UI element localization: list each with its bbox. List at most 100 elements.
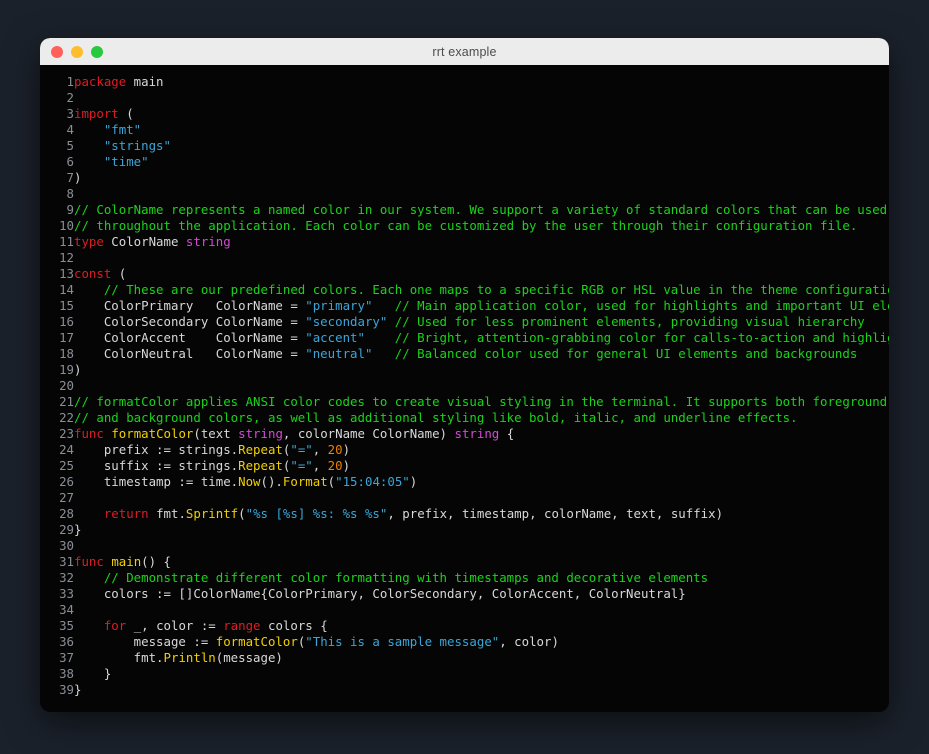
token-pl: _, color :=: [126, 618, 224, 633]
code-editor[interactable]: 1 package main 2 3 import (4 "fmt" 5 "string…: [40, 65, 889, 712]
code-line: 26 timestamp := time.Now().Format("15:04…: [40, 474, 889, 490]
line-number: 28: [59, 506, 74, 521]
line-source[interactable]: [74, 490, 889, 506]
line-source[interactable]: import (: [74, 106, 889, 122]
token-kw: type: [74, 234, 104, 249]
window-titlebar[interactable]: rrt example: [40, 38, 889, 65]
line-number: 2: [66, 90, 74, 105]
token-pl: }: [74, 522, 82, 537]
code-line: 37 fmt.Println(message): [40, 650, 889, 666]
token-cm: // Used for less prominent elements, pro…: [394, 314, 865, 329]
line-source[interactable]: return fmt.Sprintf("%s [%s] %s: %s %s", …: [74, 506, 889, 522]
minimize-button[interactable]: [71, 45, 83, 58]
line-source[interactable]: fmt.Println(message): [74, 650, 889, 666]
token-pl: (: [118, 106, 134, 121]
token-pl: ): [342, 458, 351, 473]
line-source[interactable]: const (: [74, 266, 889, 282]
line-source[interactable]: message := formatColor("This is a sample…: [74, 634, 889, 650]
line-source[interactable]: // ColorName represents a named color in…: [74, 202, 889, 218]
token-pl: ().: [260, 474, 283, 489]
token-fn: Repeat: [238, 442, 283, 457]
line-number: 10: [59, 218, 74, 233]
line-number: 5: [66, 138, 74, 153]
line-number: 18: [59, 346, 74, 361]
token-pl: , color): [499, 634, 559, 649]
line-number: 35: [59, 618, 74, 633]
line-number: 27: [59, 490, 74, 505]
token-str: "=": [290, 442, 313, 457]
line-source[interactable]: ColorPrimary ColorName = "primary" // Ma…: [74, 298, 889, 314]
token-kw: func: [74, 426, 104, 441]
token-pl: ColorSecondary ColorName =: [74, 314, 306, 329]
token-cm: // and background colors, as well as add…: [74, 410, 798, 425]
line-source[interactable]: ColorSecondary ColorName = "secondary" /…: [74, 314, 889, 330]
line-source[interactable]: "fmt": [74, 122, 889, 138]
token-pl: suffix := strings.: [74, 458, 239, 473]
line-source[interactable]: [74, 378, 889, 394]
token-cm: // Main application color, used for high…: [394, 298, 889, 313]
line-source[interactable]: [74, 250, 889, 266]
line-source[interactable]: [74, 90, 889, 106]
close-button[interactable]: [51, 45, 63, 58]
token-cm: // These are our predefined colors. Each…: [103, 282, 889, 297]
token-pl: ColorName: [103, 234, 186, 249]
line-number: 34: [59, 602, 74, 617]
line-source[interactable]: [74, 186, 889, 202]
line-source[interactable]: prefix := strings.Repeat("=", 20): [74, 442, 889, 458]
line-source[interactable]: }: [74, 666, 889, 682]
token-pl: prefix := strings.: [74, 442, 239, 457]
line-source[interactable]: ): [74, 362, 889, 378]
code-line: 39}: [40, 682, 889, 698]
line-source[interactable]: ColorNeutral ColorName = "neutral" // Ba…: [74, 346, 889, 362]
line-number: 29: [59, 522, 74, 537]
line-source[interactable]: ColorAccent ColorName = "accent" // Brig…: [74, 330, 889, 346]
token-cm: // ColorName represents a named color in…: [74, 202, 888, 217]
line-source[interactable]: ): [74, 170, 889, 186]
token-pl: ): [74, 170, 82, 185]
line-source[interactable]: suffix := strings.Repeat("=", 20): [74, 458, 889, 474]
token-pl: {: [499, 426, 515, 441]
token-fn: main: [111, 554, 142, 569]
code-line: 31 func main() {: [40, 554, 889, 570]
token-kw: for: [103, 618, 127, 633]
line-number: 26: [59, 474, 74, 489]
token-pl: main: [126, 74, 164, 89]
line-source[interactable]: }: [74, 682, 889, 698]
line-source[interactable]: // Demonstrate different color formattin…: [74, 570, 889, 586]
line-source[interactable]: colors := []ColorName{ColorPrimary, Colo…: [74, 586, 889, 602]
token-pl: fmt.: [74, 650, 164, 665]
line-source[interactable]: // throughout the application. Each colo…: [74, 218, 889, 234]
line-source[interactable]: timestamp := time.Now().Format("15:04:05…: [74, 474, 889, 490]
line-source[interactable]: type ColorName string: [74, 234, 889, 250]
code-line: 10// throughout the application. Each co…: [40, 218, 889, 234]
token-kw: package: [74, 74, 127, 89]
line-source[interactable]: }: [74, 522, 889, 538]
line-source[interactable]: for _, color := range colors {: [74, 618, 889, 634]
line-source[interactable]: // formatColor applies ANSI color codes …: [74, 394, 889, 410]
line-source[interactable]: "strings": [74, 138, 889, 154]
line-source[interactable]: func formatColor(text string, colorName …: [74, 426, 889, 442]
token-pl: ,: [312, 442, 328, 457]
code-line: 14 // These are our predefined colors. E…: [40, 282, 889, 298]
code-line: 1 package main: [40, 74, 889, 90]
code-line: 30: [40, 538, 889, 554]
line-source[interactable]: // and background colors, as well as add…: [74, 410, 889, 426]
maximize-button[interactable]: [91, 45, 103, 58]
app-window: rrt example 1 package main 2 3 import (4 "f…: [40, 38, 889, 712]
token-str: "accent": [305, 330, 365, 345]
line-source[interactable]: package main: [74, 74, 889, 90]
line-source[interactable]: [74, 602, 889, 618]
line-source[interactable]: // These are our predefined colors. Each…: [74, 282, 889, 298]
line-number: 7: [66, 170, 74, 185]
line-number: 23: [59, 426, 74, 441]
line-number: 38: [59, 666, 74, 681]
line-source[interactable]: "time": [74, 154, 889, 170]
line-source[interactable]: [74, 538, 889, 554]
code-line: 36 message := formatColor("This is a sam…: [40, 634, 889, 650]
line-source[interactable]: func main() {: [74, 554, 889, 570]
token-fn: formatColor: [215, 634, 298, 649]
line-number: 20: [59, 378, 74, 393]
